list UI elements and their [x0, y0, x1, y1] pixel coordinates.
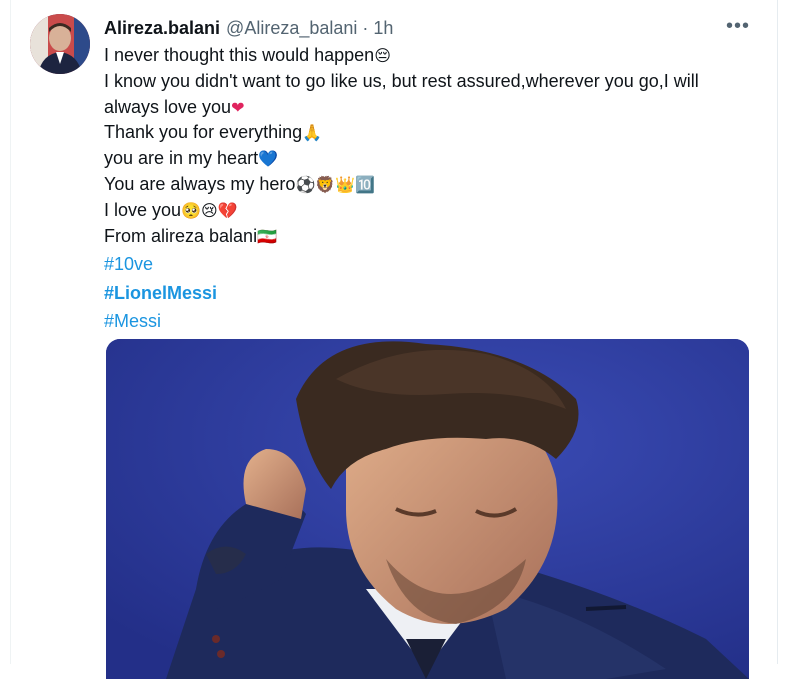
- tweet-text: I never thought this would happen😔 I kno…: [104, 43, 764, 336]
- user-handle[interactable]: @Alireza_balani: [226, 18, 357, 39]
- tweet-line: Thank you for everything🙏: [104, 122, 323, 143]
- tweet-line: you are in my heart💙: [104, 148, 278, 169]
- display-name[interactable]: Alireza.balani: [104, 18, 220, 39]
- left-border: [0, 0, 11, 664]
- right-border: [777, 0, 800, 664]
- hashtag-link[interactable]: #LionelMessi: [104, 279, 764, 308]
- more-options-button[interactable]: •••: [724, 14, 752, 38]
- more-horizontal-icon: •••: [725, 14, 750, 37]
- tweet-line: You are always my hero⚽🦁👑🔟: [104, 173, 376, 194]
- hashtag-link[interactable]: #Messi: [104, 307, 764, 336]
- tweet-line: From alireza balani🇮🇷: [104, 225, 277, 246]
- tweet-line: I never thought this would happen😔: [104, 45, 391, 65]
- pensive-face-emoji: 😔: [374, 46, 391, 65]
- tweet-header: Alireza.balani @Alireza_balani · 1h: [104, 16, 393, 40]
- love-emojis: 🥺😢💔: [181, 200, 238, 220]
- hero-emojis: ⚽🦁👑🔟: [295, 174, 376, 194]
- blue-heart-emoji: 💙: [258, 149, 278, 169]
- separator-dot: ·: [362, 17, 369, 38]
- hashtag-link[interactable]: #10ve: [104, 250, 764, 279]
- tweet-line: I know you didn't want to go like us, bu…: [104, 70, 699, 117]
- avatar[interactable]: [30, 14, 90, 74]
- folded-hands-emoji: 🙏: [302, 123, 323, 143]
- red-heart-emoji: ❤: [231, 97, 245, 117]
- tweet-photo[interactable]: [106, 339, 749, 679]
- timestamp[interactable]: 1h: [373, 18, 393, 39]
- tweet-line: I love you🥺😢💔: [104, 199, 238, 220]
- iran-flag-emoji: 🇮🇷: [257, 226, 277, 246]
